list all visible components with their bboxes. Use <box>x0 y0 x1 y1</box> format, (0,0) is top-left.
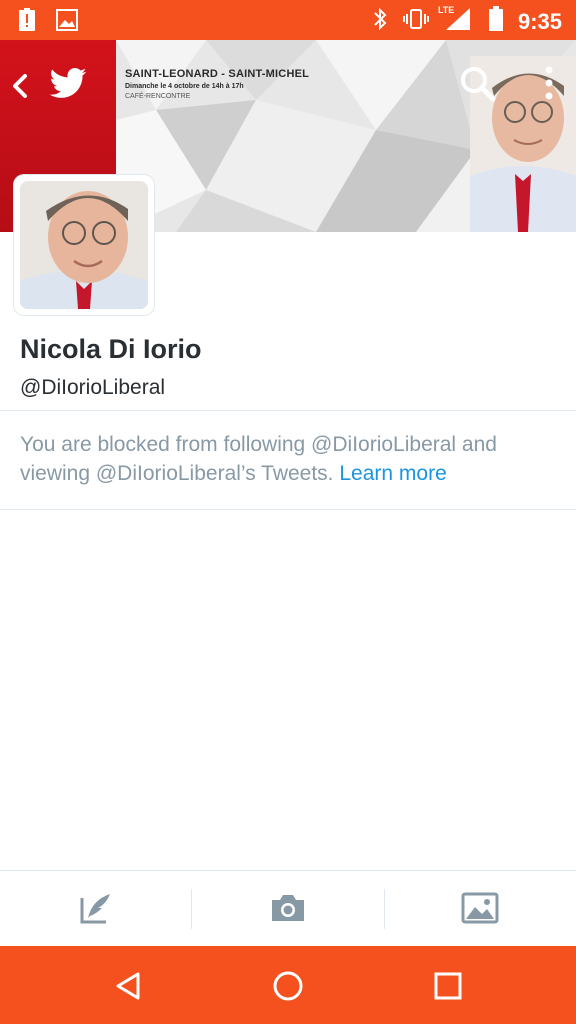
back-icon[interactable] <box>8 68 32 104</box>
network-type-label: LTE <box>437 5 455 15</box>
battery-icon <box>488 6 504 37</box>
blocked-notice: You are blocked from following @DiIorioL… <box>20 430 560 488</box>
avatar[interactable] <box>14 175 154 315</box>
bluetooth-icon <box>372 7 388 36</box>
gallery-icon[interactable] <box>456 885 504 931</box>
banner-event: CAFÉ-RENCONTRE <box>125 93 191 100</box>
signal-icon: LTE <box>438 5 474 37</box>
divider <box>0 410 576 411</box>
system-nav-bar <box>0 946 576 1024</box>
more-vert-icon[interactable] <box>538 64 560 106</box>
status-bar: LTE 9:35 <box>0 0 576 40</box>
recents-square-icon[interactable] <box>426 964 470 1008</box>
image-icon <box>56 9 78 36</box>
banner-text: SAINT-LEONARD - SAINT-MICHEL Dimanche le… <box>125 68 309 100</box>
compose-bar <box>0 870 576 947</box>
separator <box>191 889 192 929</box>
vibrate-icon <box>402 7 430 36</box>
camera-icon[interactable] <box>264 885 312 931</box>
banner-subtitle: Dimanche le 4 octobre de 14h à 17h <box>125 83 244 90</box>
search-icon[interactable] <box>458 64 498 104</box>
divider <box>0 509 576 510</box>
learn-more-link[interactable]: Learn more <box>339 462 446 485</box>
clock: 9:35 <box>517 8 562 34</box>
compose-tweet-icon[interactable] <box>72 885 120 931</box>
separator <box>384 889 385 929</box>
profile-handle: @DiIorioLiberal <box>20 376 166 399</box>
back-triangle-icon[interactable] <box>106 964 150 1008</box>
home-circle-icon[interactable] <box>266 964 310 1008</box>
banner-title: SAINT-LEONARD - SAINT-MICHEL <box>125 68 310 80</box>
twitter-bird-icon[interactable] <box>46 64 90 104</box>
avatar-photo <box>20 181 148 309</box>
alert-icon <box>18 8 36 37</box>
profile-name: Nicola Di Iorio <box>20 334 202 364</box>
